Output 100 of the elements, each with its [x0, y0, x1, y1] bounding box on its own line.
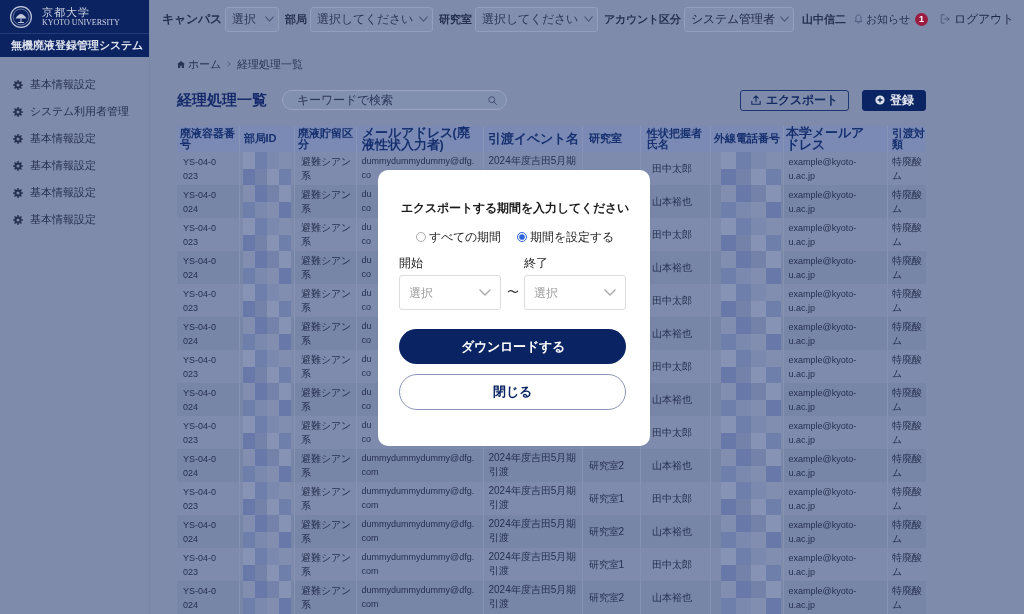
storage-type: 避難シアン系 — [300, 287, 351, 313]
person-name: 田中太郎 — [651, 360, 692, 372]
export-button[interactable]: エクスポート — [740, 89, 849, 111]
event-name: 2024年度吉田5月期引渡 — [488, 485, 577, 510]
email-address: dummydummydummy@dfg.com — [361, 552, 475, 576]
email-address: du co — [361, 420, 372, 444]
filter-select[interactable]: 選択してください — [475, 6, 598, 32]
radio-option[interactable]: すべての期間 — [415, 230, 501, 244]
person-name: 田中太郎 — [651, 426, 692, 438]
user-name: 山中信二 — [802, 11, 846, 27]
waste-category: 特廃酸ム — [891, 518, 922, 544]
storage-type: 避難シアン系 — [300, 188, 351, 214]
container-number: YS-04-0023 — [183, 354, 217, 379]
email-address: du co — [361, 321, 372, 345]
university-email: example@kyoto-u.ac.jp — [788, 222, 857, 247]
notification-badge: 1 — [915, 12, 928, 26]
storage-type: 避難シアン系 — [300, 254, 351, 280]
emblem-icon — [10, 5, 32, 28]
storage-type: 避難シアン系 — [300, 485, 351, 511]
radio-option[interactable]: 期間を設定する — [516, 230, 614, 244]
storage-type: 避難シアン系 — [300, 551, 351, 577]
person-name: 田中太郎 — [651, 294, 692, 306]
sidebar-item[interactable]: 基本情報設定 — [0, 71, 149, 98]
dialog-title: エクスポートする期間を入力してください — [399, 200, 630, 217]
email-address: dummydummydummy@dfg.com — [361, 585, 475, 609]
gear-icon — [13, 79, 23, 90]
university-email: example@kyoto-u.ac.jp — [788, 255, 857, 280]
column-header: 廃液容器番号 — [180, 126, 235, 150]
sidebar-item[interactable]: 基本情報設定 — [0, 206, 149, 233]
column-header: 性状把握者氏名 — [646, 126, 702, 150]
container-number: YS-04-0023 — [183, 420, 217, 445]
container-number: YS-04-0024 — [183, 519, 217, 544]
filter-select[interactable]: 選択 — [225, 6, 279, 32]
email-address: dummydummydummy@dfg. co — [361, 156, 475, 180]
chevron-down-icon — [604, 289, 616, 296]
university-email: example@kyoto-u.ac.jp — [788, 354, 857, 379]
filter-select[interactable]: 選択してください — [310, 6, 433, 32]
date-select[interactable]: 選択 — [524, 275, 626, 310]
university-email: example@kyoto-u.ac.jp — [788, 189, 857, 214]
university-email: example@kyoto-u.ac.jp — [788, 420, 857, 445]
chevron-down-icon — [780, 15, 789, 22]
waste-category: 特廃酸ム — [891, 254, 922, 280]
column-header: 引渡イベント名 — [487, 131, 579, 146]
register-button[interactable]: 登録 — [862, 89, 926, 111]
email-address: du co — [361, 255, 372, 279]
container-number: YS-04-0023 — [183, 552, 217, 577]
date-select[interactable]: 選択 — [399, 275, 501, 310]
waste-category: 特廃酸ム — [891, 188, 922, 214]
home-icon — [177, 60, 185, 68]
university-name-english: KYOTO UNIVERSITY — [42, 17, 120, 28]
breadcrumb-link[interactable]: ホーム — [177, 59, 221, 69]
filter-label: アカウント区分 — [604, 11, 681, 27]
email-address: dummydummydummy@dfg.com — [361, 519, 475, 543]
radio-button[interactable] — [516, 232, 527, 242]
sidebar-item[interactable]: 基本情報設定 — [0, 179, 149, 206]
event-name: 2024年度吉田5月期引渡 — [488, 584, 577, 609]
waste-category: 特廃酸ム — [891, 419, 922, 445]
waste-category: 特廃酸ム — [891, 584, 922, 610]
sidebar-item[interactable]: システム利用者管理 — [0, 98, 149, 125]
gear-icon — [13, 160, 23, 171]
container-number: YS-04-0024 — [183, 453, 217, 478]
sidebar-item[interactable]: 基本情報設定 — [0, 125, 149, 152]
university-email: example@kyoto-u.ac.jp — [788, 552, 857, 577]
column-header: 廃液貯留区分 — [297, 126, 353, 150]
event-name: 2024年度吉田5月期引渡 — [488, 452, 577, 477]
radio-button[interactable] — [415, 232, 426, 242]
gear-icon — [13, 187, 23, 198]
logout-link[interactable]: ログアウト — [940, 10, 1014, 28]
container-number: YS-04-0023 — [183, 486, 217, 511]
chevron-down-icon — [584, 15, 593, 22]
waste-category: 特廃酸ム — [891, 320, 922, 346]
container-number: YS-04-0023 — [183, 156, 217, 181]
column-header: 研究室 — [588, 132, 622, 145]
close-button[interactable]: 閉じる — [399, 374, 626, 410]
lab-name: 研究室2 — [588, 459, 625, 471]
waste-category: 特廃酸ム — [891, 221, 922, 247]
column-header: 引渡対類 — [891, 126, 925, 150]
storage-type: 避難シアン系 — [300, 452, 351, 478]
event-name: 2024年度吉田5月期引渡 — [488, 518, 577, 543]
university-email: example@kyoto-u.ac.jp — [788, 321, 857, 346]
person-name: 山本裕也 — [651, 591, 692, 603]
university-email: example@kyoto-u.ac.jp — [788, 519, 857, 544]
person-name: 山本裕也 — [651, 459, 692, 471]
university-email: example@kyoto-u.ac.jp — [788, 288, 857, 313]
filter-select[interactable]: システム管理者 — [684, 6, 794, 32]
download-button[interactable]: ダウンロードする — [399, 329, 626, 364]
sidebar-item[interactable]: 基本情報設定 — [0, 152, 149, 179]
storage-type: 避難シアン系 — [300, 320, 351, 346]
email-address: dummydummydummy@dfg.com — [361, 453, 475, 477]
search-field[interactable]: キーワードで検索 — [282, 90, 507, 110]
range-separator: 〜 — [506, 284, 519, 301]
notifications-link[interactable]: お知らせ 1 — [854, 11, 928, 27]
waste-category: 特廃酸ム — [891, 551, 922, 577]
field-label: 開始 — [399, 257, 424, 269]
storage-type: 避難シアン系 — [300, 584, 351, 610]
lab-name: 研究室1 — [588, 492, 625, 504]
waste-category: 特廃酸ム — [891, 452, 922, 478]
filter-label: 研究室 — [439, 11, 472, 27]
person-name: 山本裕也 — [651, 525, 692, 537]
waste-category: 特廃酸ム — [891, 485, 922, 511]
